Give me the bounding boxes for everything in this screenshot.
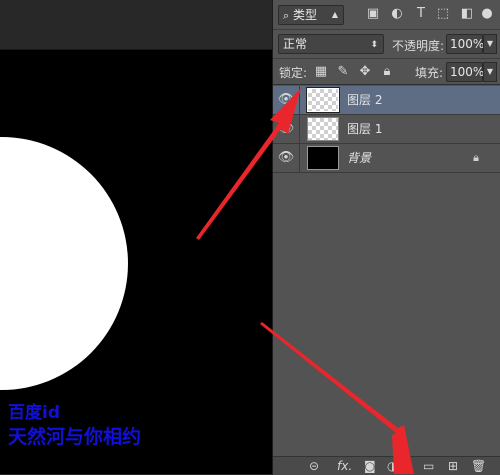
- add-mask-icon[interactable]: ◙: [364, 458, 376, 474]
- layer-row-layer-1[interactable]: 👁︎ 图层 1: [273, 115, 500, 144]
- lock-all-icon[interactable]: 🔒︎: [379, 64, 395, 80]
- chevron-updown-icon: ▲: [331, 10, 338, 19]
- type-layer-filter-icon[interactable]: T: [413, 6, 429, 22]
- layer-thumbnail[interactable]: [307, 146, 339, 170]
- new-layer-icon[interactable]: ⊞: [448, 458, 458, 474]
- fill-dropdown-arrow[interactable]: ▼: [483, 62, 497, 82]
- delete-layer-icon[interactable]: 🗑︎: [471, 458, 486, 474]
- blend-mode-value: 正常: [283, 37, 308, 51]
- layers-panel: ⌕ 类型 ▲ ▣ ◐ T ⬚ ◧ ● 正常 ⬍ 不透明度: 100% ▼ 锁定:…: [272, 0, 500, 475]
- layer-name[interactable]: 图层 2: [347, 86, 382, 114]
- layer-name[interactable]: 图层 1: [347, 115, 382, 143]
- blend-row: 正常 ⬍ 不透明度: 100% ▼: [273, 31, 500, 59]
- adjustment-layer-icon[interactable]: ◑: [387, 458, 397, 474]
- opacity-input[interactable]: 100%: [446, 34, 484, 54]
- layer-filter-row: ⌕ 类型 ▲ ▣ ◐ T ⬚ ◧ ●: [273, 0, 500, 30]
- opacity-label: 不透明度:: [392, 39, 445, 53]
- layer-row-layer-2[interactable]: 👁︎ 图层 2: [273, 86, 500, 115]
- search-icon: ⌕: [283, 9, 290, 22]
- layers-bottom-toolbar: ⊝ fx. ◙ ◑ ▭ ⊞ 🗑︎: [273, 456, 500, 475]
- lock-position-icon[interactable]: ✥: [357, 64, 373, 80]
- layer-name[interactable]: 背景: [347, 144, 371, 172]
- lock-label: 锁定:: [279, 66, 308, 80]
- layer-row-background[interactable]: 👁︎ 背景 🔒︎: [273, 144, 500, 173]
- visibility-eye-icon[interactable]: 👁︎: [273, 144, 300, 172]
- layers-list: 👁︎ 图层 2 👁︎ 图层 1 👁︎ 背景 🔒︎: [273, 86, 500, 456]
- chevron-updown-icon: ⬍: [370, 40, 378, 50]
- opacity-dropdown-arrow[interactable]: ▼: [483, 34, 497, 54]
- layer-thumbnail[interactable]: [306, 87, 340, 113]
- white-circle-shape: [0, 137, 128, 390]
- filter-kind-select[interactable]: ⌕ 类型 ▲: [278, 5, 344, 25]
- shape-layer-filter-icon[interactable]: ⬚: [435, 6, 451, 22]
- smart-object-filter-icon[interactable]: ◧: [459, 6, 475, 22]
- fill-input[interactable]: 100%: [446, 62, 484, 82]
- lock-image-pixels-icon[interactable]: ✎: [335, 64, 351, 80]
- canvas-area: 百度id 天然河与你相约: [0, 0, 272, 474]
- filter-toggle-icon[interactable]: ●: [480, 6, 494, 22]
- blend-mode-select[interactable]: 正常 ⬍: [278, 34, 384, 54]
- watermark: 百度id 天然河与你相约: [8, 402, 141, 450]
- document-canvas[interactable]: 百度id 天然河与你相约: [0, 50, 272, 474]
- new-group-icon[interactable]: ▭: [423, 458, 434, 474]
- filter-kind-label: 类型: [293, 8, 318, 22]
- watermark-line-2: 天然河与你相约: [8, 426, 142, 448]
- pixel-layer-filter-icon[interactable]: ▣: [365, 6, 381, 22]
- lock-transparent-pixels-icon[interactable]: ▦: [313, 64, 329, 80]
- visibility-eye-icon[interactable]: 👁︎: [273, 115, 300, 143]
- canvas-top-bar: [0, 0, 272, 50]
- lock-row: 锁定: ▦ ✎ ✥ 🔒︎ 填充: 100% ▼: [273, 60, 500, 85]
- fill-label: 填充:: [415, 66, 444, 80]
- link-layers-icon[interactable]: ⊝: [309, 458, 319, 474]
- layer-thumbnail[interactable]: [307, 117, 339, 141]
- add-layer-style-button[interactable]: fx.: [337, 458, 352, 474]
- watermark-line-1: 百度id: [8, 403, 60, 423]
- adjustment-layer-filter-icon[interactable]: ◐: [389, 6, 405, 22]
- visibility-eye-icon[interactable]: 👁︎: [273, 86, 300, 114]
- lock-icon: 🔒︎: [473, 151, 479, 164]
